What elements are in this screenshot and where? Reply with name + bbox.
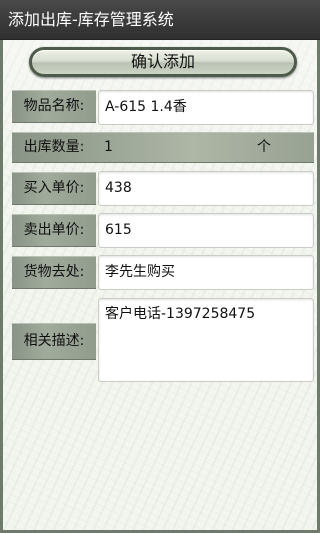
buy-price-input[interactable]: 438	[98, 171, 314, 206]
buy-price-label: 买入单价:	[12, 172, 96, 205]
form-container: 确认添加 物品名称: A-615 1.4香 出库数量: 1 个 买入单价: 43…	[0, 40, 320, 533]
app-title-bar: 添加出库-库存管理系统	[0, 0, 320, 40]
sell-price-input[interactable]: 615	[98, 213, 314, 248]
destination-label: 货物去处:	[12, 256, 96, 289]
item-name-input[interactable]: A-615 1.4香	[98, 90, 314, 125]
description-label: 相关描述:	[12, 323, 96, 360]
confirm-add-label: 确认添加	[130, 52, 195, 71]
quantity-row[interactable]: 出库数量: 1 个	[12, 132, 314, 163]
description-textarea[interactable]: 客户电话-1397258475	[98, 298, 314, 382]
destination-input[interactable]: 李先生购买	[98, 255, 314, 290]
quantity-label: 出库数量:	[23, 139, 85, 155]
quantity-value[interactable]: 1	[104, 133, 113, 162]
quantity-unit: 个	[257, 139, 271, 155]
item-name-label: 物品名称:	[12, 90, 96, 123]
app-title: 添加出库-库存管理系统	[8, 10, 174, 29]
confirm-add-button[interactable]: 确认添加	[29, 47, 297, 77]
sell-price-label: 卖出单价:	[12, 214, 96, 247]
